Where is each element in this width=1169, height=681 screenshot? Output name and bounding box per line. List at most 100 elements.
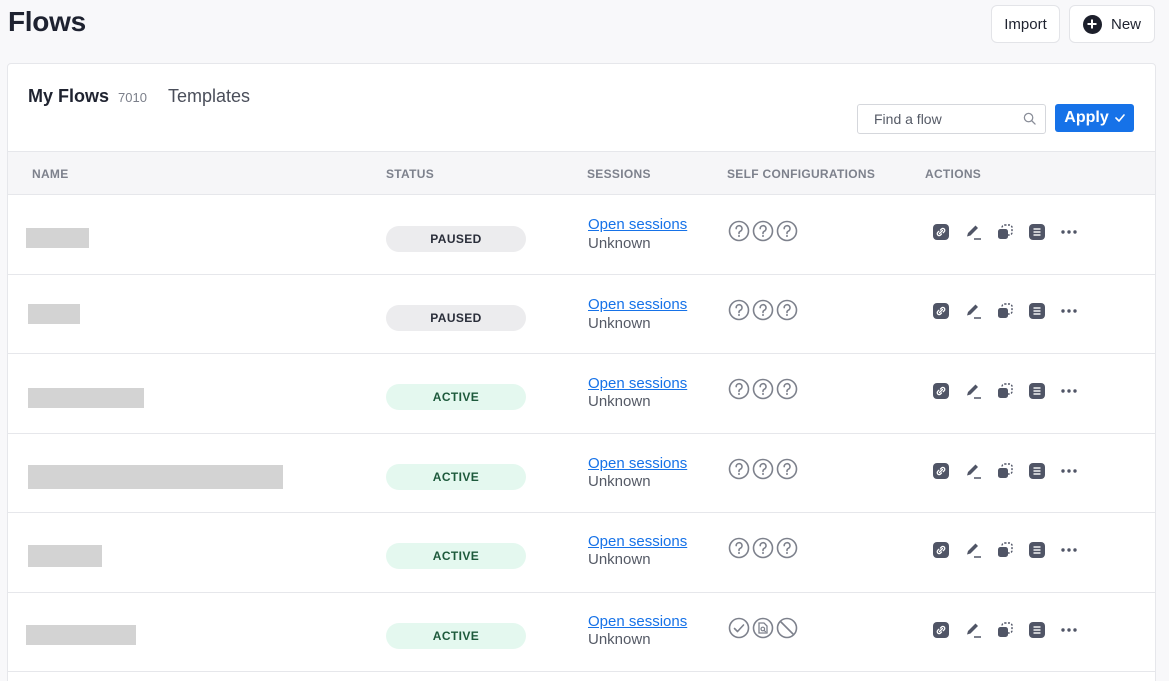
table-header: NAME STATUS SESSIONS SELF CONFIGURATIONS… <box>8 151 1155 195</box>
more-icon[interactable] <box>1060 462 1078 480</box>
self-configurations <box>728 537 798 559</box>
question-icon[interactable] <box>776 220 798 242</box>
question-icon[interactable] <box>728 220 750 242</box>
question-icon[interactable] <box>752 537 774 559</box>
sessions-status: Unknown <box>588 314 651 332</box>
duplicate-icon[interactable] <box>996 541 1014 559</box>
row-actions <box>932 382 1078 400</box>
sessions-status: Unknown <box>588 630 651 648</box>
apply-button-label: Apply <box>1064 109 1109 126</box>
tab-templates[interactable]: Templates <box>168 86 250 107</box>
table-row[interactable]: PAUSED Open sessions Unknown <box>8 275 1155 354</box>
list-icon[interactable] <box>1028 541 1046 559</box>
search-input[interactable] <box>858 105 1008 133</box>
duplicate-icon[interactable] <box>996 382 1014 400</box>
question-icon[interactable] <box>752 458 774 480</box>
status-badge: ACTIVE <box>386 622 526 649</box>
column-header-sessions[interactable]: SESSIONS <box>587 167 651 181</box>
edit-icon[interactable] <box>964 302 982 320</box>
column-header-status[interactable]: STATUS <box>386 167 434 181</box>
row-actions <box>932 621 1078 639</box>
duplicate-icon[interactable] <box>996 302 1014 320</box>
question-icon[interactable] <box>728 537 750 559</box>
sessions-status: Unknown <box>588 472 651 490</box>
apply-button[interactable]: Apply <box>1055 104 1134 132</box>
list-icon[interactable] <box>1028 462 1046 480</box>
question-icon[interactable] <box>752 378 774 400</box>
table-row[interactable]: ACTIVE Open sessions Unknown <box>8 354 1155 434</box>
redacted-flow-name[interactable] <box>28 545 102 567</box>
list-icon[interactable] <box>1028 621 1046 639</box>
status-badge: PAUSED <box>386 304 526 331</box>
question-icon[interactable] <box>776 537 798 559</box>
duplicate-icon[interactable] <box>996 223 1014 241</box>
question-icon[interactable] <box>776 458 798 480</box>
redacted-flow-name[interactable] <box>28 303 80 324</box>
redacted-flow-name[interactable] <box>26 228 89 248</box>
edit-icon[interactable] <box>964 462 982 480</box>
status-badge: ACTIVE <box>386 463 526 490</box>
column-header-name[interactable]: NAME <box>32 167 69 181</box>
new-flow-button[interactable]: New <box>1069 5 1155 43</box>
more-icon[interactable] <box>1060 223 1078 241</box>
more-icon[interactable] <box>1060 621 1078 639</box>
link-icon[interactable] <box>932 223 950 241</box>
link-icon[interactable] <box>932 462 950 480</box>
flows-count-badge: 7010 <box>118 90 147 105</box>
more-icon[interactable] <box>1060 541 1078 559</box>
link-icon[interactable] <box>932 382 950 400</box>
more-icon[interactable] <box>1060 382 1078 400</box>
redacted-flow-name[interactable] <box>28 464 283 489</box>
open-sessions-link[interactable]: Open sessions <box>588 533 687 550</box>
flows-card: My Flows 7010 Templates Apply NAME STATU… <box>7 63 1156 681</box>
open-sessions-link[interactable]: Open sessions <box>588 375 687 392</box>
plus-circle-icon <box>1082 14 1102 34</box>
list-icon[interactable] <box>1028 223 1046 241</box>
open-sessions-link[interactable]: Open sessions <box>588 296 687 313</box>
redacted-flow-name[interactable] <box>26 624 136 645</box>
tab-my-flows[interactable]: My Flows <box>28 86 109 107</box>
question-icon[interactable] <box>728 299 750 321</box>
open-sessions-link[interactable]: Open sessions <box>588 455 687 472</box>
status-badge: PAUSED <box>386 226 526 252</box>
sessions-status: Unknown <box>588 235 651 252</box>
redacted-flow-name[interactable] <box>28 388 144 408</box>
new-button-label: New <box>1110 15 1141 33</box>
question-icon[interactable] <box>776 378 798 400</box>
sessions-status: Unknown <box>588 551 651 568</box>
open-sessions-link[interactable]: Open sessions <box>588 216 687 233</box>
import-button[interactable]: Import <box>991 5 1060 43</box>
question-icon[interactable] <box>752 220 774 242</box>
self-configurations <box>728 458 798 480</box>
table-row[interactable]: PAUSED Open sessions Unknown <box>8 195 1155 275</box>
table-row[interactable]: ACTIVE Open sessions Unknown <box>8 434 1155 513</box>
edit-icon[interactable] <box>964 621 982 639</box>
check-circle-icon[interactable] <box>728 617 750 639</box>
duplicate-icon[interactable] <box>996 462 1014 480</box>
question-icon[interactable] <box>728 458 750 480</box>
open-sessions-link[interactable]: Open sessions <box>588 613 687 630</box>
duplicate-icon[interactable] <box>996 621 1014 639</box>
question-icon[interactable] <box>776 299 798 321</box>
question-icon[interactable] <box>752 299 774 321</box>
self-configurations <box>728 617 798 639</box>
question-icon[interactable] <box>728 378 750 400</box>
link-icon[interactable] <box>932 541 950 559</box>
link-icon[interactable] <box>932 302 950 320</box>
list-icon[interactable] <box>1028 382 1046 400</box>
link-icon[interactable] <box>932 621 950 639</box>
edit-icon[interactable] <box>964 382 982 400</box>
more-icon[interactable] <box>1060 302 1078 320</box>
edit-icon[interactable] <box>964 541 982 559</box>
search-icon[interactable] <box>1023 112 1036 125</box>
list-icon[interactable] <box>1028 302 1046 320</box>
edit-icon[interactable] <box>964 223 982 241</box>
column-header-self-configurations[interactable]: SELF CONFIGURATIONS <box>727 167 875 181</box>
prohibited-icon[interactable] <box>776 617 798 639</box>
check-icon <box>1114 114 1125 122</box>
table-row[interactable]: ACTIVE Open sessions Unknown <box>8 593 1155 672</box>
row-actions <box>932 541 1078 559</box>
import-button-label: Import <box>1004 15 1047 33</box>
document-search-icon[interactable] <box>752 617 774 639</box>
table-row[interactable]: ACTIVE Open sessions Unknown <box>8 513 1155 593</box>
